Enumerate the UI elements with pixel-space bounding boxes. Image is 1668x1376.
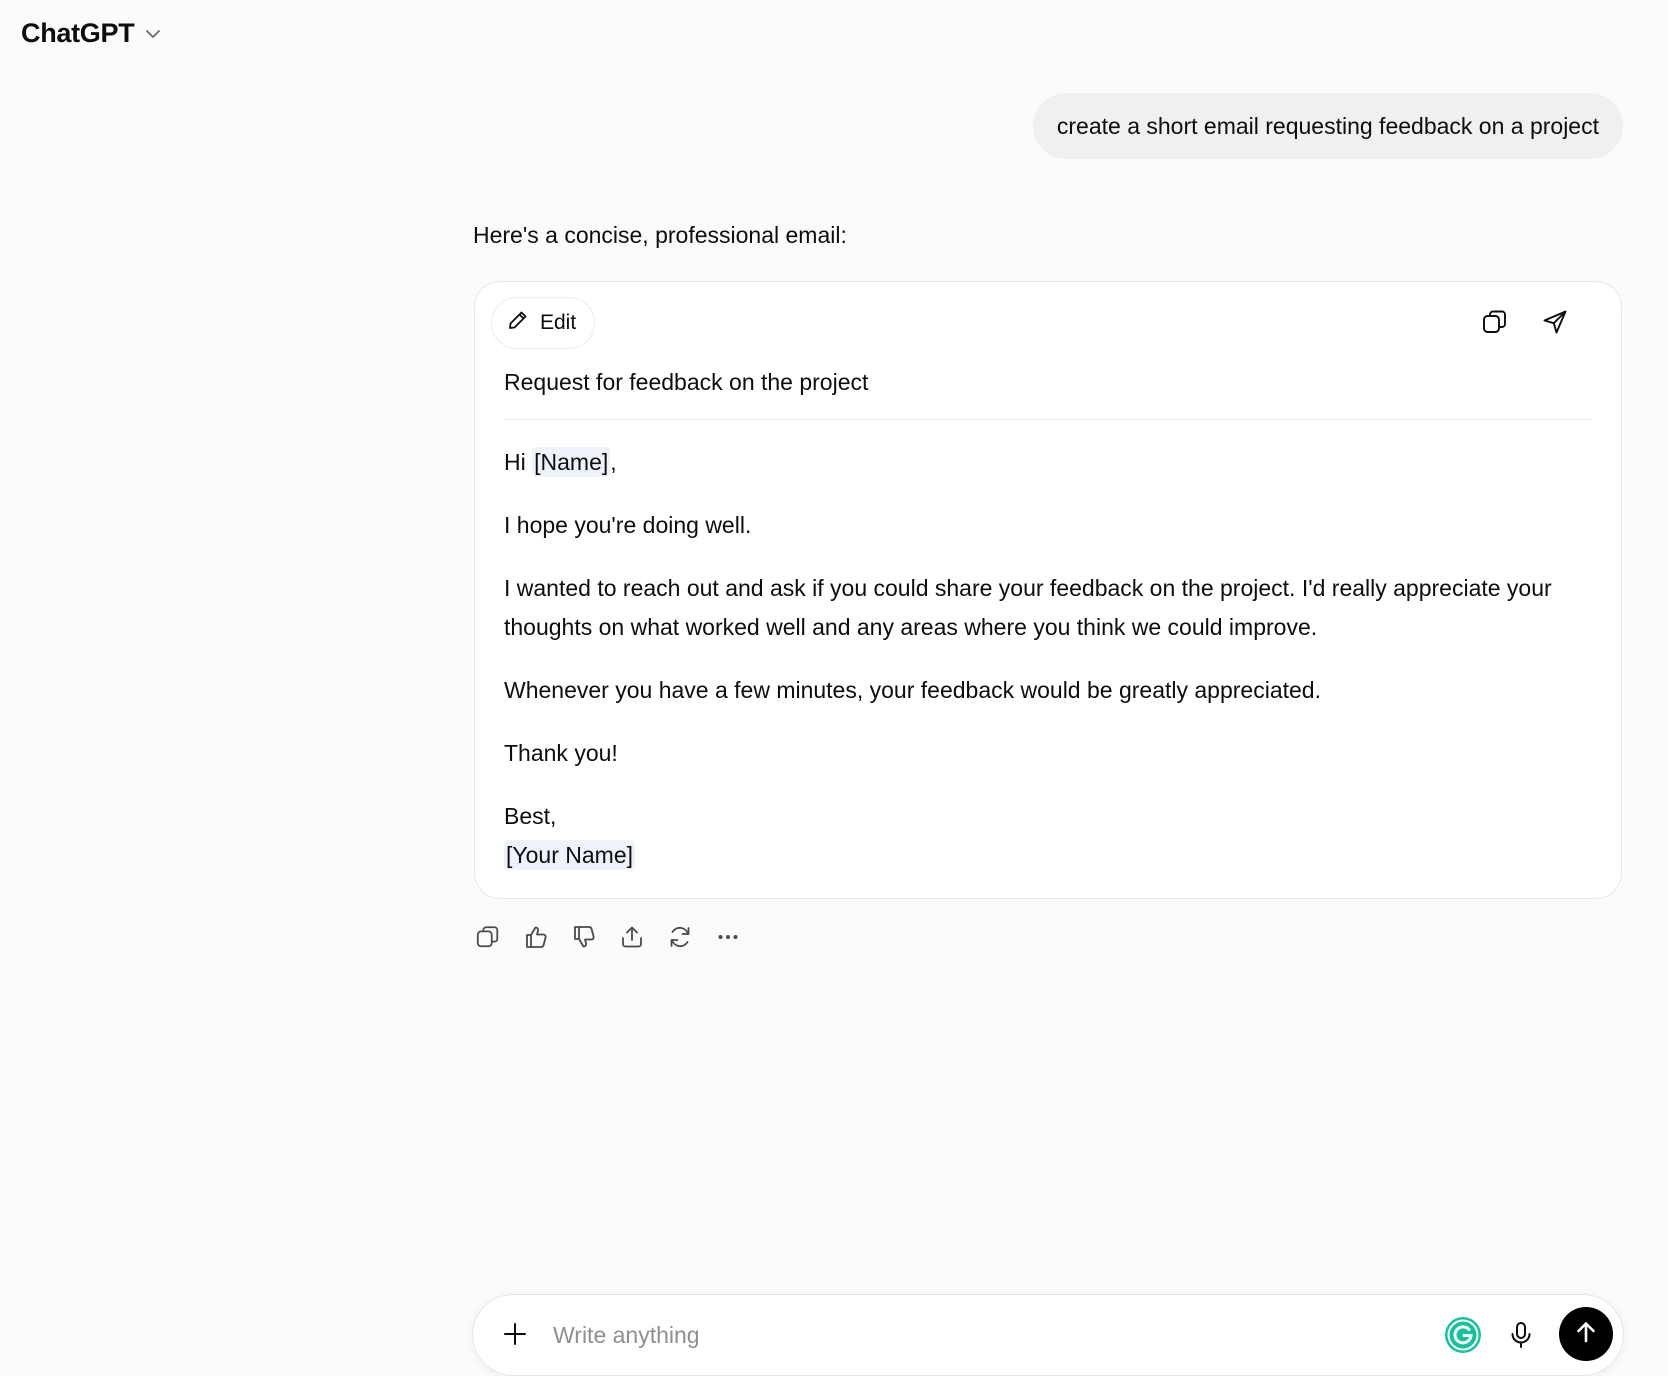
- email-greeting: Hi [Name],: [504, 443, 1584, 482]
- email-body: Hi [Name], I hope you're doing well. I w…: [504, 443, 1584, 875]
- email-paragraph: Whenever you have a few minutes, your fe…: [504, 677, 1321, 703]
- copy-icon[interactable]: [1477, 304, 1513, 340]
- thumbs-up-icon[interactable]: [520, 920, 552, 954]
- app-title: ChatGPT: [21, 18, 135, 48]
- assistant-intro-text: Here's a concise, professional email:: [473, 222, 847, 248]
- email-paragraph: I wanted to reach out and ask if you cou…: [504, 575, 1552, 640]
- regenerate-icon[interactable]: [664, 920, 696, 954]
- grammarly-icon[interactable]: [1443, 1315, 1483, 1355]
- greeting-suffix: ,: [610, 449, 617, 475]
- pencil-icon: [506, 308, 530, 338]
- send-email-icon[interactable]: [1537, 304, 1573, 340]
- chevron-down-icon: [144, 25, 162, 43]
- your-name-placeholder[interactable]: [Your Name]: [504, 840, 635, 870]
- name-placeholder[interactable]: [Name]: [532, 447, 611, 477]
- email-paragraph: Thank you!: [504, 740, 618, 766]
- message-composer: [472, 1294, 1624, 1376]
- greeting-prefix: Hi: [504, 449, 533, 475]
- email-paragraph: I hope you're doing well.: [504, 512, 752, 538]
- user-message-text: create a short email requesting feedback…: [1056, 112, 1599, 139]
- signoff-text: Best,: [504, 803, 557, 829]
- email-canvas-card: Edit Request for feedback on the project…: [474, 281, 1622, 899]
- edit-button[interactable]: Edit: [491, 297, 596, 349]
- edit-label: Edit: [540, 311, 577, 334]
- email-signoff: Best, [Your Name]: [504, 797, 1584, 875]
- subject-divider: [504, 419, 1593, 420]
- send-button[interactable]: [1559, 1307, 1613, 1361]
- microphone-icon[interactable]: [1501, 1315, 1541, 1355]
- message-input[interactable]: [551, 1313, 1355, 1357]
- email-subject: Request for feedback on the project: [504, 369, 869, 395]
- share-icon[interactable]: [616, 920, 648, 954]
- plus-icon[interactable]: [495, 1314, 535, 1354]
- copy-icon[interactable]: [472, 920, 504, 954]
- model-selector[interactable]: ChatGPT: [21, 18, 162, 49]
- user-message-bubble: create a short email requesting feedback…: [1032, 93, 1623, 159]
- message-actions: [472, 920, 744, 954]
- more-icon[interactable]: [712, 920, 744, 954]
- send-arrow-icon: [1573, 1319, 1599, 1350]
- thumbs-down-icon[interactable]: [568, 920, 600, 954]
